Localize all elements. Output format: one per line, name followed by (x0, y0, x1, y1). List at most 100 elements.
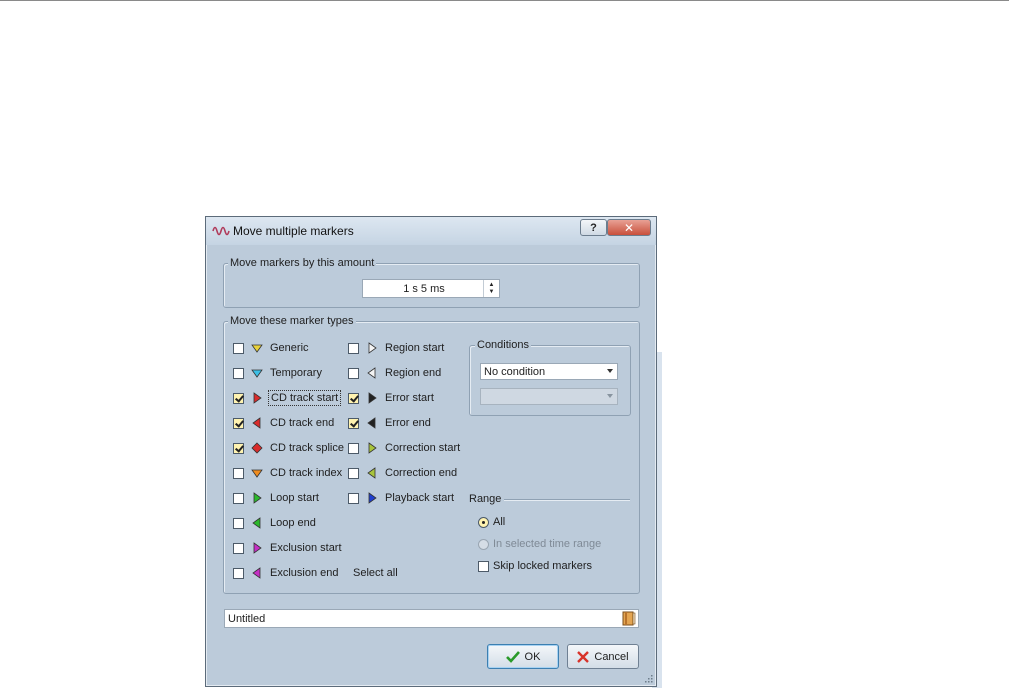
marker-type-label: Loop end (270, 517, 316, 529)
skip-locked-option[interactable]: Skip locked markers (478, 558, 592, 574)
marker-type-checkbox[interactable] (348, 467, 359, 479)
cd-track-end-icon (252, 417, 261, 429)
range-divider (504, 499, 630, 500)
marker-type-label: Error end (385, 417, 431, 429)
marker-type-option[interactable]: Correction start (348, 440, 460, 456)
resize-grip-icon[interactable] (643, 673, 653, 683)
loop-start-icon (253, 492, 262, 504)
marker-type-option[interactable]: Loop end (233, 515, 316, 531)
range-all-radio[interactable] (478, 516, 489, 528)
cancel-button[interactable]: Cancel (567, 644, 639, 669)
marker-type-label: Generic (270, 342, 309, 354)
cancel-label: Cancel (594, 650, 629, 663)
marker-type-checkbox[interactable] (348, 367, 359, 379)
region-end-icon (367, 367, 376, 379)
marker-type-checkbox[interactable] (233, 467, 244, 479)
marker-type-option[interactable]: Temporary (233, 365, 322, 381)
cd-track-index-icon (251, 469, 263, 478)
marker-type-checkbox[interactable] (348, 442, 359, 454)
marker-type-option[interactable]: Loop start (233, 490, 319, 506)
title-bar[interactable]: Move multiple markers ? ✕ (206, 217, 656, 245)
marker-type-option[interactable]: Exclusion start (233, 540, 342, 556)
select-all-link[interactable]: Select all (353, 567, 398, 579)
marker-type-checkbox[interactable] (348, 417, 359, 429)
spin-up-icon[interactable]: ▲ (489, 282, 495, 289)
marker-type-option[interactable]: CD track start (233, 390, 342, 406)
marker-type-label: Correction start (385, 442, 461, 454)
marker-type-checkbox[interactable] (233, 392, 244, 404)
preset-name[interactable]: Untitled (228, 613, 265, 625)
marker-type-checkbox[interactable] (233, 442, 244, 454)
condition-select-value: No condition (484, 366, 546, 378)
range-all-label: All (493, 516, 506, 528)
condition-select[interactable]: No condition (480, 363, 618, 380)
marker-type-checkbox[interactable] (348, 342, 359, 354)
marker-type-option[interactable]: CD track splice (233, 440, 344, 456)
error-start-icon (368, 392, 377, 404)
preset-book-icon[interactable] (622, 611, 636, 626)
exclusion-start-icon (253, 542, 262, 554)
conditions-group-label: Conditions (475, 339, 531, 351)
marker-type-option[interactable]: Error end (348, 415, 431, 431)
correction-end-icon (367, 467, 376, 479)
generic-marker-icon (251, 344, 263, 353)
marker-type-label: Exclusion start (270, 542, 342, 554)
spin-buttons[interactable]: ▲ ▼ (483, 280, 499, 297)
playback-start-icon (368, 492, 377, 504)
marker-types-group-label: Move these marker types (228, 315, 356, 327)
error-end-icon (367, 417, 376, 429)
skip-locked-checkbox[interactable] (478, 560, 489, 572)
marker-type-checkbox[interactable] (233, 567, 244, 579)
range-selected-option: In selected time range (478, 536, 601, 552)
marker-type-label: Playback start (385, 492, 455, 504)
marker-type-checkbox[interactable] (233, 492, 244, 504)
marker-type-label: CD track splice (270, 442, 344, 454)
marker-type-label: CD track index (270, 467, 343, 479)
marker-type-option[interactable]: Correction end (348, 465, 457, 481)
temporary-marker-icon (251, 369, 263, 378)
close-icon: ✕ (623, 220, 635, 235)
marker-type-checkbox[interactable] (233, 417, 244, 429)
marker-type-label: Error start (385, 392, 434, 404)
ok-button[interactable]: OK (487, 644, 559, 669)
dialog-title: Move multiple markers (233, 224, 354, 238)
skip-locked-label: Skip locked markers (493, 560, 593, 572)
move-amount-value[interactable]: 1 s 5 ms (363, 283, 485, 295)
marker-type-option[interactable]: CD track index (233, 465, 342, 481)
cd-track-splice-icon (251, 442, 263, 454)
marker-type-checkbox[interactable] (233, 542, 244, 554)
help-icon: ? (590, 221, 597, 234)
spin-down-icon[interactable]: ▼ (489, 289, 495, 296)
marker-type-option[interactable]: Region end (348, 365, 441, 381)
marker-type-option[interactable]: Exclusion end (233, 565, 339, 581)
range-selected-label: In selected time range (493, 538, 602, 550)
marker-type-checkbox[interactable] (348, 392, 359, 404)
marker-type-label: Region end (385, 367, 442, 379)
marker-type-option[interactable]: Region start (348, 340, 444, 356)
marker-type-checkbox[interactable] (348, 492, 359, 504)
condition-secondary-select (480, 388, 618, 405)
marker-type-option[interactable]: CD track end (233, 415, 334, 431)
preset-field[interactable]: Untitled (224, 609, 639, 628)
marker-type-label: Loop start (270, 492, 319, 504)
marker-type-checkbox[interactable] (233, 517, 244, 529)
marker-type-label: Region start (385, 342, 445, 354)
marker-type-option[interactable]: Error start (348, 390, 434, 406)
ok-label: OK (524, 650, 541, 663)
close-button[interactable]: ✕ (607, 219, 651, 236)
help-button[interactable]: ? (580, 219, 607, 236)
marker-type-option[interactable]: Generic (233, 340, 309, 356)
marker-type-checkbox[interactable] (233, 367, 244, 379)
correction-start-icon (368, 442, 377, 454)
move-amount-group-label: Move markers by this amount (228, 257, 377, 269)
marker-type-option[interactable]: Playback start (348, 490, 454, 506)
move-multiple-markers-dialog: Move multiple markers ? ✕ Move markers b… (205, 216, 657, 687)
region-start-icon (368, 342, 377, 354)
marker-type-label: Exclusion end (270, 567, 339, 579)
cd-track-start-icon (253, 392, 262, 404)
top-divider (0, 0, 1009, 1)
move-amount-spinbox[interactable]: 1 s 5 ms ▲ ▼ (362, 279, 500, 298)
chevron-down-icon (607, 369, 613, 373)
marker-type-checkbox[interactable] (233, 342, 244, 354)
range-all-option[interactable]: All (478, 514, 505, 530)
